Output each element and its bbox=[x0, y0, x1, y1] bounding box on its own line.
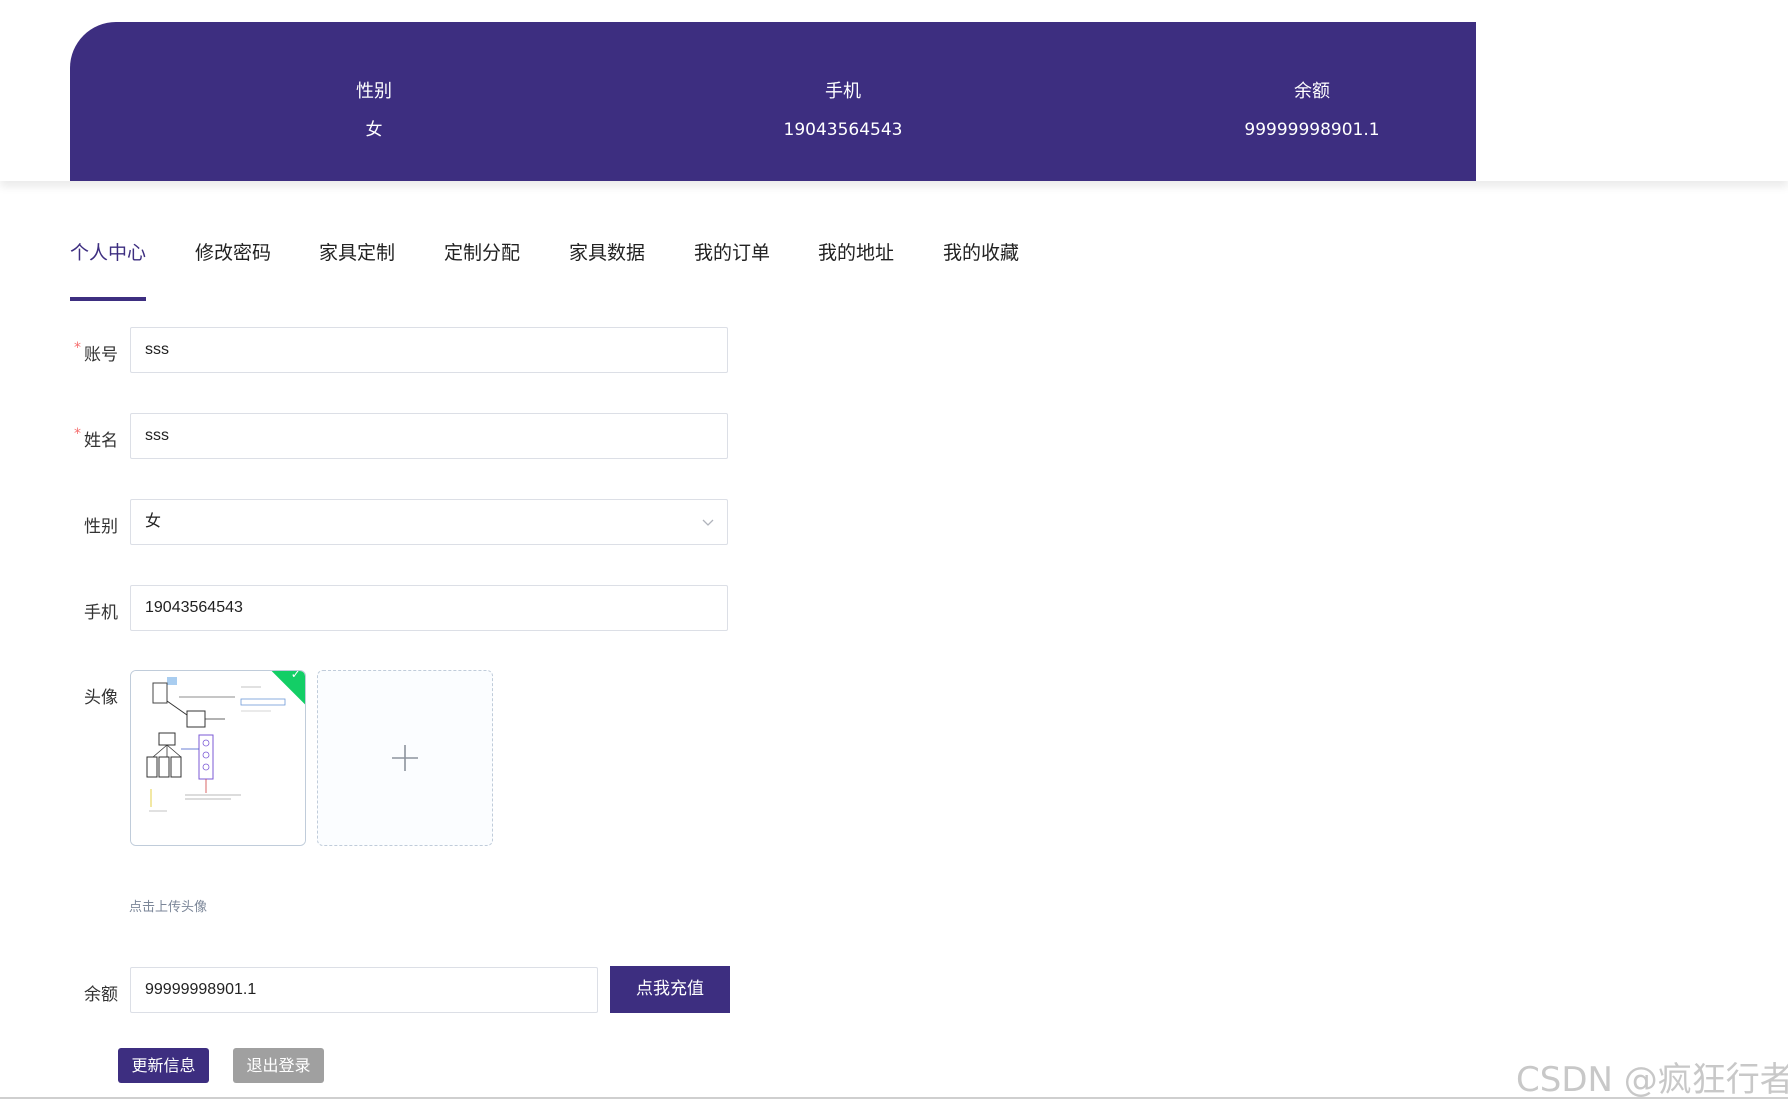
account-input[interactable]: sss bbox=[130, 327, 728, 373]
stat-balance: 余额 99999998901.1 bbox=[1162, 80, 1462, 142]
balance-label: 余额 bbox=[84, 985, 118, 1005]
stat-value: 99999998901.1 bbox=[1244, 120, 1380, 140]
avatar-label: 头像 bbox=[84, 688, 118, 708]
tab-custom-assign[interactable]: 定制分配 bbox=[444, 240, 520, 266]
stat-value: 19043564543 bbox=[783, 120, 903, 140]
profile-banner: 性别 女 手机 19043564543 余额 99999998901.1 bbox=[70, 22, 1476, 181]
required-mark: * bbox=[74, 340, 81, 356]
tab-furniture-data[interactable]: 家具数据 bbox=[569, 240, 645, 266]
tab-personal-center[interactable]: 个人中心 bbox=[70, 240, 146, 266]
stat-phone: 手机 19043564543 bbox=[693, 80, 993, 142]
avatar-image bbox=[131, 671, 305, 845]
account-label: * 账号 bbox=[68, 340, 118, 365]
name-input[interactable]: sss bbox=[130, 413, 728, 459]
phone-input[interactable]: 19043564543 bbox=[130, 585, 728, 631]
phone-label: 手机 bbox=[84, 603, 118, 623]
tab-my-address[interactable]: 我的地址 bbox=[818, 240, 894, 266]
stat-label: 手机 bbox=[825, 81, 861, 102]
tab-my-orders[interactable]: 我的订单 bbox=[694, 240, 770, 266]
active-tab-indicator bbox=[70, 297, 146, 301]
gender-select[interactable]: 女 bbox=[130, 499, 728, 545]
chevron-down-icon bbox=[702, 519, 714, 526]
account-label-text: 账号 bbox=[84, 345, 118, 365]
avatar-upload-button[interactable] bbox=[317, 670, 493, 846]
tab-my-favorites[interactable]: 我的收藏 bbox=[943, 240, 1019, 266]
balance-input[interactable]: 99999998901.1 bbox=[130, 967, 598, 1013]
watermark-text: CSDN @疯狂行者 bbox=[1516, 1060, 1788, 1100]
avatar-thumbnail[interactable]: ✓ bbox=[130, 670, 306, 846]
stat-label: 性别 bbox=[356, 81, 392, 102]
name-label: * 姓名 bbox=[68, 426, 118, 451]
avatar-upload-tip: 点击上传头像 bbox=[129, 900, 208, 915]
plus-icon bbox=[392, 745, 418, 771]
stat-gender: 性别 女 bbox=[224, 80, 524, 142]
recharge-button[interactable]: 点我充值 bbox=[610, 966, 730, 1013]
check-icon: ✓ bbox=[290, 670, 301, 681]
tab-change-password[interactable]: 修改密码 bbox=[195, 240, 271, 266]
tab-furniture-custom[interactable]: 家具定制 bbox=[319, 240, 395, 266]
update-info-button[interactable]: 更新信息 bbox=[118, 1048, 209, 1083]
gender-select-value: 女 bbox=[145, 513, 162, 530]
stat-label: 余额 bbox=[1294, 81, 1330, 102]
stat-value: 女 bbox=[365, 120, 383, 140]
name-label-text: 姓名 bbox=[84, 431, 118, 451]
required-mark: * bbox=[74, 426, 81, 442]
gender-label: 性别 bbox=[84, 517, 118, 537]
logout-button[interactable]: 退出登录 bbox=[233, 1048, 324, 1083]
